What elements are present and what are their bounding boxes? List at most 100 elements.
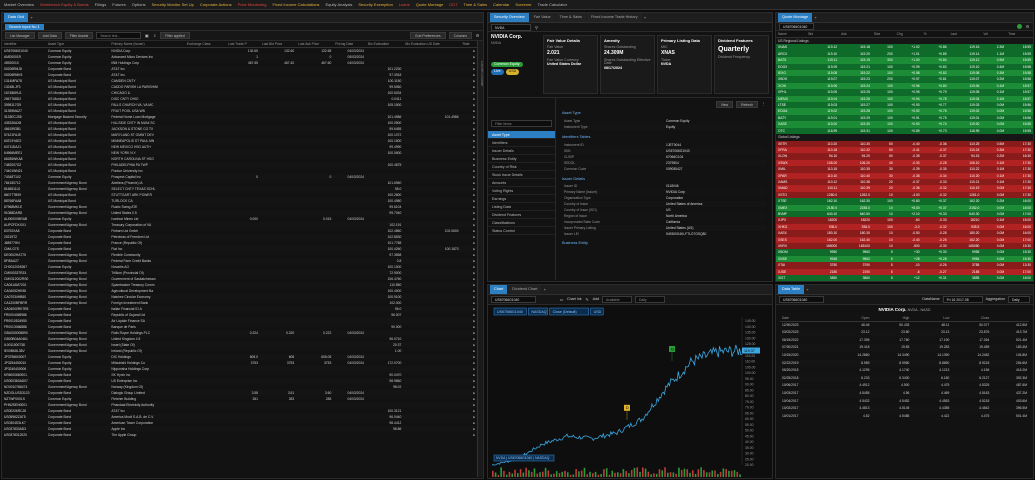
- columns-button[interactable]: Columns: [448, 32, 472, 39]
- row-action-icon[interactable]: ▸: [473, 373, 475, 377]
- add-label[interactable]: Add: [593, 297, 599, 302]
- row-action-icon[interactable]: ▸: [473, 121, 475, 125]
- history-row[interactable]: 05/20/2018 4.1295 4.1740 4.1213 4.156 416.2M: [780, 367, 1029, 375]
- history-row[interactable]: 12/30/2023 48.46 50.433 48.11 50.077 412.5M: [780, 321, 1029, 329]
- ticker-input[interactable]: NVDA: [491, 23, 531, 31]
- row-action-icon[interactable]: ▸: [473, 85, 475, 89]
- menu-item[interactable]: Corporate Actions: [200, 2, 232, 7]
- row-action-icon[interactable]: ▸: [473, 301, 475, 305]
- row-action-icon[interactable]: ▸: [473, 343, 475, 347]
- row-action-icon[interactable]: ▸: [473, 193, 475, 197]
- menu-item[interactable]: Options: [132, 2, 146, 7]
- aggregation-select[interactable]: Daily: [1008, 296, 1030, 303]
- history-row[interactable]: 06/15/2022 17.395 17.760 17.190 17.264 521.4M: [780, 337, 1029, 345]
- history-ticker-input[interactable]: US67066G1040: [779, 296, 824, 303]
- row-action-icon[interactable]: ▸: [473, 61, 475, 65]
- row-action-icon[interactable]: ▸: [473, 217, 475, 221]
- menu-item[interactable]: Screener: [515, 2, 531, 7]
- row-action-icon[interactable]: ▸: [473, 313, 475, 317]
- chart-ticker-input[interactable]: US67066G1040: [491, 296, 536, 303]
- nav-item[interactable]: Business Entity: [488, 155, 555, 163]
- row-action-icon[interactable]: ▸: [473, 391, 475, 395]
- nav-item[interactable]: Status Control: [488, 227, 555, 235]
- row-action-icon[interactable]: ▸: [473, 355, 475, 359]
- filter-applied-button[interactable]: Filter applied: [160, 32, 190, 39]
- nav-item[interactable]: Dividend Features: [488, 211, 555, 219]
- row-action-icon[interactable]: ▸: [473, 319, 475, 323]
- column-chooser-sidebar[interactable]: Column Chooser: [477, 41, 483, 477]
- section-row[interactable]: US Regional Listings: [776, 37, 1033, 45]
- nav-item[interactable]: Issuer Details: [488, 147, 555, 155]
- row-action-icon[interactable]: ▸: [473, 223, 475, 227]
- nav-item[interactable]: Stock Issue Details: [488, 171, 555, 179]
- history-row[interactable]: 03/02/2023 23.12 23.80 23.13 23.876 413.7M: [780, 329, 1029, 337]
- tab-overview-0[interactable]: Security Overview: [490, 13, 529, 22]
- row-action-icon[interactable]: ▸: [473, 241, 475, 245]
- add-data-button[interactable]: Add Data: [37, 32, 62, 39]
- row-action-icon[interactable]: ▸: [473, 349, 475, 353]
- row-action-icon[interactable]: ▸: [473, 103, 475, 107]
- settings-icon[interactable]: ⚙: [1025, 24, 1030, 29]
- history-row[interactable]: 10/01/2017 4.52 4.5485 4.422 4.475 501.4M: [780, 413, 1029, 421]
- chart-ink-label[interactable]: Chart Ink: [567, 297, 582, 302]
- tab-overview-2[interactable]: Time & Sales: [555, 13, 587, 22]
- row-action-icon[interactable]: ▸: [473, 409, 475, 413]
- row-action-icon[interactable]: ▸: [473, 415, 475, 419]
- nav-item[interactable]: Earnings: [488, 195, 555, 203]
- row-action-icon[interactable]: ▸: [473, 175, 475, 179]
- nav-item[interactable]: Amounts: [488, 179, 555, 187]
- row-action-icon[interactable]: ▸: [473, 169, 475, 173]
- history-row[interactable]: 10/06/2017 4.4912 4.500 4.475 4.5325 487.6M: [780, 382, 1029, 390]
- menu-item[interactable]: Futures: [112, 2, 126, 7]
- menu-item[interactable]: Security Monitor Set Up: [152, 2, 194, 7]
- add-tab-icon[interactable]: +: [643, 15, 648, 20]
- row-action-icon[interactable]: ▸: [473, 295, 475, 299]
- nav-item[interactable]: Classifications: [488, 219, 555, 227]
- row-action-icon[interactable]: ▸: [473, 379, 475, 383]
- tab-overview-3[interactable]: Fixed Income Trade History: [587, 13, 642, 22]
- save-icon[interactable]: ▣: [144, 33, 149, 38]
- menu-item[interactable]: Time & Sales: [464, 2, 488, 7]
- menu-item[interactable]: Calendar: [493, 2, 509, 7]
- row-action-icon[interactable]: ▸: [473, 199, 475, 203]
- price-chart[interactable]: US67066G1040 NASDAQ Close (Default) USD 145.…: [488, 305, 772, 479]
- row-action-icon[interactable]: ▸: [473, 115, 475, 119]
- row-action-icon[interactable]: ▸: [473, 133, 475, 137]
- row-action-icon[interactable]: ▸: [473, 205, 475, 209]
- row-action-icon[interactable]: ▸: [473, 73, 475, 77]
- add-tab-icon[interactable]: +: [542, 287, 547, 292]
- nav-item[interactable]: Country of Risk: [488, 163, 555, 171]
- row-action-icon[interactable]: ▸: [473, 289, 475, 293]
- row-action-icon[interactable]: ▸: [473, 97, 475, 101]
- row-action-icon[interactable]: ▸: [473, 421, 475, 425]
- list-manager-button[interactable]: List Manager: [5, 32, 35, 39]
- row-action-icon[interactable]: ▸: [473, 91, 475, 95]
- quote-row[interactable]: XWAR470.0471.05-1.2-0.25470.50.0M17:00: [776, 281, 1033, 282]
- menu-item[interactable]: Loans: [399, 2, 410, 7]
- row-action-icon[interactable]: ▸: [473, 139, 475, 143]
- row-action-icon[interactable]: ▸: [473, 235, 475, 239]
- nav-filter-input[interactable]: Filter items: [491, 120, 552, 127]
- tab-data-table[interactable]: Data Table: [778, 285, 805, 294]
- tab-overview-1[interactable]: Fair Value: [529, 13, 555, 22]
- menu-item[interactable]: Filings: [95, 2, 107, 7]
- row-action-icon[interactable]: ▸: [473, 259, 475, 263]
- date-input[interactable]: Fri 16 2017-08: [942, 296, 983, 303]
- history-row[interactable]: 10/03/2017 4.5455 4.56 4.469 4.5163 437.2M: [780, 389, 1029, 398]
- history-row[interactable]: 02/25/2018 6.233 6.3400 6.180 6.2127 392.3M: [780, 374, 1029, 383]
- grid-preferences-button[interactable]: Grid Preferences: [409, 32, 446, 39]
- add-tab-icon[interactable]: +: [29, 15, 34, 20]
- link-icon[interactable]: ⚲: [534, 25, 539, 30]
- row-action-icon[interactable]: ▸: [473, 283, 475, 287]
- menu-item[interactable]: CDT: [449, 2, 457, 7]
- nav-item[interactable]: Identifiers: [488, 139, 555, 147]
- menu-item[interactable]: Market Overview: [4, 2, 34, 7]
- row-action-icon[interactable]: ▸: [473, 337, 475, 341]
- drawing-icon[interactable]: ✎: [585, 297, 590, 302]
- menu-item[interactable]: Workbench Equity & Bonds: [40, 2, 89, 7]
- more-options-icon[interactable]: ⋮: [761, 101, 766, 106]
- row-action-icon[interactable]: ▸: [473, 49, 475, 53]
- row-action-icon[interactable]: ▸: [473, 151, 475, 155]
- menu-item[interactable]: Quote Montage: [416, 2, 444, 7]
- montage-ticker-input[interactable]: US67066G1040: [779, 23, 814, 30]
